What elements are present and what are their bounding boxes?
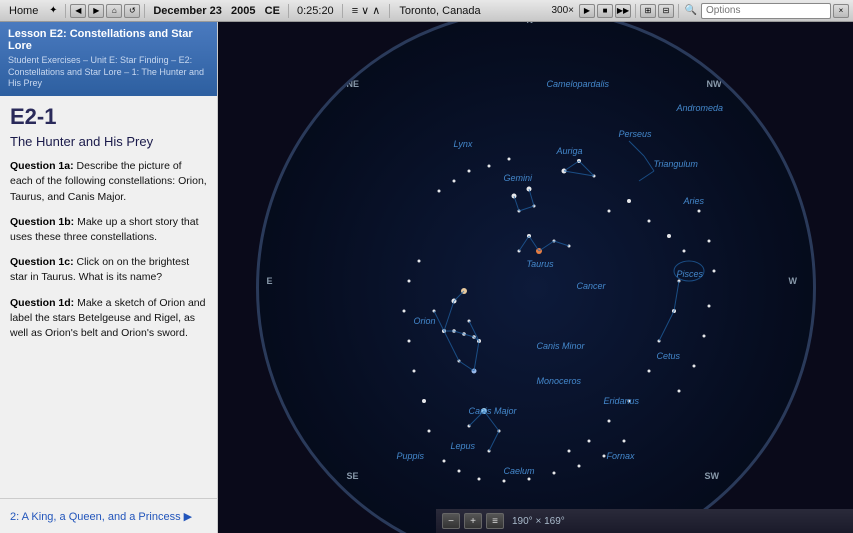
sep3	[288, 4, 289, 18]
lesson-title: Lesson E2: Constellations and Star Lore	[8, 28, 209, 52]
zoom-level: 300×	[548, 5, 577, 16]
playback-controls: ▶ ■ ▶▶	[579, 4, 631, 18]
exercise-id: E2-1	[10, 104, 207, 130]
layout2-btn[interactable]: ⊟	[658, 4, 674, 18]
zoom-minus-btn[interactable]: −	[442, 513, 460, 529]
search-clear-btn[interactable]: ×	[833, 4, 849, 18]
lesson-nav: 2: A King, a Queen, and a Princess ▶	[0, 498, 217, 533]
lesson-header: Lesson E2: Constellations and Star Lore …	[0, 22, 217, 96]
question-1d: Question 1d: Make a sketch of Orion and …	[10, 296, 207, 342]
menu-date: December 23 2005 CE	[149, 5, 284, 17]
dir-sw: SW	[705, 471, 720, 481]
dir-n: N	[527, 22, 534, 25]
location-label: Toronto, Canada	[394, 5, 485, 17]
next-btn[interactable]: ▶	[88, 4, 104, 18]
stop-btn[interactable]: ■	[597, 4, 613, 18]
constellation-svg	[259, 22, 813, 533]
dir-nw: NW	[707, 79, 722, 89]
sep5	[389, 4, 390, 18]
exercise-title: The Hunter and His Prey	[10, 134, 207, 149]
q1b-label: Question 1b:	[10, 216, 74, 228]
sep4	[342, 4, 343, 18]
star-map-panel[interactable]: Orion Taurus Canis Major Canis Minor Gem…	[218, 22, 853, 533]
lesson-content: E2-1 The Hunter and His Prey Question 1a…	[0, 96, 217, 498]
q1d-label: Question 1d:	[10, 297, 74, 309]
time-frac: 20	[321, 5, 333, 17]
search-icon: 🔍	[683, 3, 699, 19]
dir-se: SE	[347, 471, 359, 481]
dir-ne: NE	[347, 79, 360, 89]
time-text: 0:25	[297, 5, 318, 17]
home-btn[interactable]: ⌂	[106, 4, 122, 18]
sep1	[65, 4, 66, 18]
sep2	[144, 4, 145, 18]
home-menu[interactable]: Home	[4, 5, 43, 17]
ce-text: CE	[265, 5, 280, 17]
breadcrumb: Student Exercises – Unit E: Star Finding…	[8, 55, 209, 90]
sep6	[635, 4, 636, 18]
main-area: Lesson E2: Constellations and Star Lore …	[0, 22, 853, 533]
zoom-lines-btn[interactable]: ≡	[486, 513, 504, 529]
q1a-label: Question 1a:	[10, 160, 74, 172]
prev-btn[interactable]: ◀	[70, 4, 86, 18]
dir-w: W	[789, 276, 798, 286]
question-1b: Question 1b: Make up a short story that …	[10, 215, 207, 245]
zoom-val: 300	[551, 5, 568, 16]
star-map-container: Orion Taurus Canis Major Canis Minor Gem…	[218, 22, 853, 533]
bottom-toolbar: − + ≡ 190° × 169°	[436, 509, 853, 533]
question-1c: Question 1c: Click on on the brightest s…	[10, 255, 207, 285]
layout1-btn[interactable]: ⊞	[640, 4, 656, 18]
search-input[interactable]	[701, 3, 831, 19]
layout-controls: ⊞ ⊟	[640, 4, 674, 18]
menu-time: 0:25:20	[293, 5, 338, 17]
menubar: Home ✦ ◀ ▶ ⌂ ↺ December 23 2005 CE 0:25:…	[0, 0, 853, 22]
refresh-btn[interactable]: ↺	[124, 4, 140, 18]
next-lesson-link[interactable]: 2: A King, a Queen, and a Princess ▶	[10, 511, 192, 523]
view-icon: ≡ ∨ ∧	[347, 4, 386, 17]
q1c-label: Question 1c:	[10, 256, 74, 268]
stellarium-icon: ✦	[45, 3, 61, 19]
question-1a: Question 1a: Describe the picture of eac…	[10, 159, 207, 205]
play-btn[interactable]: ▶	[579, 4, 595, 18]
nav-controls: ◀ ▶ ⌂ ↺	[70, 4, 140, 18]
date-text: December 23	[153, 5, 222, 17]
dir-e: E	[267, 276, 273, 286]
left-panel: Lesson E2: Constellations and Star Lore …	[0, 22, 218, 533]
ff-btn[interactable]: ▶▶	[615, 4, 631, 18]
zoom-plus-btn[interactable]: +	[464, 513, 482, 529]
sep7	[678, 4, 679, 18]
year-text: 2005	[231, 5, 255, 17]
star-map-circle[interactable]: Orion Taurus Canis Major Canis Minor Gem…	[256, 22, 816, 533]
fov-display: 190° × 169°	[508, 516, 569, 527]
